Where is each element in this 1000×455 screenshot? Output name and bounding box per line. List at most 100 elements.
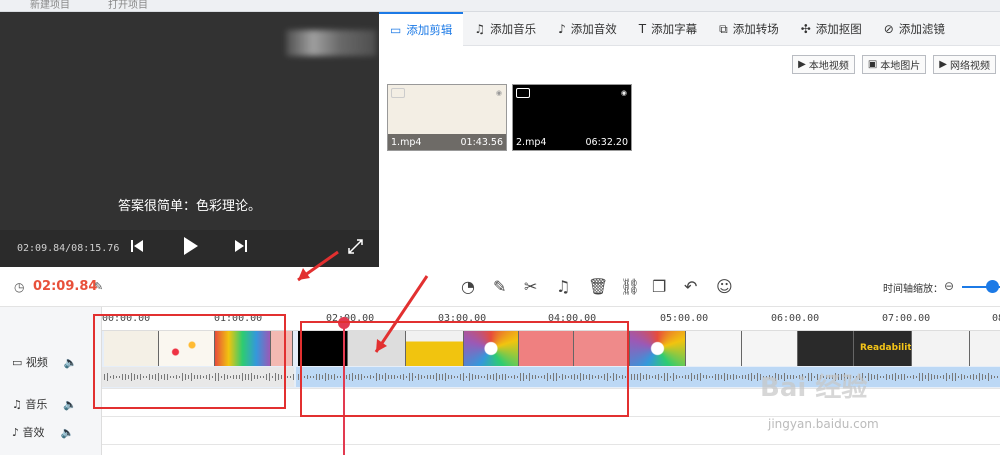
waveform-bar <box>278 373 279 381</box>
waveform-bar <box>113 375 114 379</box>
clip-duration: 01:43.56 <box>460 137 504 148</box>
waveform-bar <box>562 374 563 380</box>
playhead-handle[interactable] <box>338 317 350 329</box>
speaker-icon[interactable]: 🔈 <box>63 398 77 411</box>
waveform-bar <box>928 372 929 382</box>
video-frame[interactable] <box>574 331 630 366</box>
video-frame[interactable] <box>970 331 1000 366</box>
waveform-bar <box>400 374 401 380</box>
waveform-bar <box>149 374 150 380</box>
waveform-bar <box>421 374 422 379</box>
waveform-bar <box>718 373 719 381</box>
clip-thumbnail[interactable]: ◉ 1.mp4 01:43.56 <box>387 84 507 151</box>
zoom-slider-handle[interactable] <box>986 280 999 293</box>
waveform-bar <box>272 375 273 379</box>
waveform-bar <box>212 375 213 379</box>
waveform-bar <box>892 374 893 380</box>
waveform-bar <box>215 373 216 381</box>
ruler-tick: 01:00.00 <box>214 313 263 324</box>
waveform-bar <box>871 373 872 381</box>
tab-add-transition[interactable]: ⧉ 添加转场 <box>708 12 790 46</box>
waveform-bar <box>943 375 944 379</box>
trash-icon[interactable]: 🗑 <box>588 277 608 296</box>
tab-add-subtitle[interactable]: T 添加字幕 <box>628 12 708 46</box>
waveform-bar <box>239 374 240 380</box>
video-frame[interactable] <box>159 331 215 366</box>
waveform-bar <box>221 375 222 379</box>
bell-icon[interactable]: ♫ <box>556 277 570 296</box>
preview-player: 答案很简单：色彩理论。 02:09.84/08:15.76 <box>0 12 379 267</box>
online-video-button[interactable]: ▶ 网络视频 <box>933 55 996 74</box>
waveform-bar <box>131 372 132 382</box>
video-frame[interactable] <box>348 331 406 366</box>
waveform-bar <box>391 374 392 379</box>
waveform-bar <box>679 375 680 379</box>
waveform-bar <box>424 375 425 379</box>
tab-add-sound-effect[interactable]: ♪ 添加音效 <box>547 12 628 46</box>
video-frame[interactable] <box>742 331 798 366</box>
undo-icon[interactable]: ↶ <box>684 277 697 296</box>
video-frame[interactable] <box>912 331 970 366</box>
waveform-bar <box>484 375 485 379</box>
scissors-icon[interactable]: ✂ <box>524 277 537 296</box>
waveform-bar <box>511 375 512 379</box>
waveform-bar <box>146 375 147 379</box>
waveform-bar <box>544 374 545 380</box>
new-project-menu[interactable]: 新建项目 <box>30 0 70 11</box>
waveform-bar <box>290 375 291 379</box>
waveform-bar <box>583 373 584 380</box>
local-image-button[interactable]: ▣ 本地图片 <box>861 55 927 74</box>
video-frame[interactable] <box>406 331 464 366</box>
waveform-bar <box>340 375 341 379</box>
tab-add-filter[interactable]: ⊘ 添加滤镜 <box>873 12 956 46</box>
video-frame[interactable] <box>686 331 742 366</box>
video-frame[interactable] <box>104 331 159 366</box>
copy-icon[interactable]: ❐ <box>652 277 666 296</box>
speed-icon[interactable]: ◔ <box>461 277 475 296</box>
video-frame[interactable] <box>519 331 574 366</box>
waveform-bar <box>904 373 905 381</box>
camera-icon <box>516 88 530 98</box>
baidu-watermark-url: jingyan.baidu.com <box>768 417 879 431</box>
zoom-out-icon[interactable]: ⊖ <box>944 279 954 293</box>
video-frame[interactable] <box>271 331 293 366</box>
waveform-bar <box>379 373 380 381</box>
tab-add-clip[interactable]: ▭ 添加剪辑 <box>379 12 464 46</box>
skip-back-icon[interactable] <box>131 239 143 256</box>
waveform-bar <box>676 374 677 380</box>
open-project-menu[interactable]: 打开项目 <box>108 0 148 11</box>
waveform-bar <box>301 373 302 381</box>
emoji-icon[interactable]: ☺ <box>716 277 733 296</box>
skip-forward-icon[interactable] <box>235 239 247 256</box>
video-frame[interactable] <box>464 331 519 366</box>
waveform-bar <box>460 373 461 380</box>
video-frame[interactable] <box>215 331 271 366</box>
tab-add-cutout[interactable]: ✣ 添加抠图 <box>790 12 873 46</box>
play-icon[interactable] <box>183 236 199 259</box>
speaker-icon[interactable]: 🔈 <box>64 356 78 369</box>
video-frame[interactable] <box>298 331 348 366</box>
speaker-icon[interactable]: 🔈 <box>61 426 75 439</box>
edit-time-icon[interactable]: ✎ <box>94 280 103 293</box>
waveform-bar <box>739 375 740 379</box>
clip-thumbnail[interactable]: ◉ 2.mp4 06:32.20 <box>512 84 632 151</box>
unlink-icon[interactable]: ⛓ <box>620 277 640 296</box>
waveform-bar <box>526 375 527 379</box>
waveform-bar <box>143 375 144 379</box>
tab-add-music[interactable]: ♫ 添加音乐 <box>463 12 547 46</box>
waveform-bar <box>958 375 959 379</box>
video-frame[interactable] <box>798 331 854 366</box>
video-frame[interactable] <box>630 331 686 366</box>
fullscreen-icon[interactable] <box>348 239 363 257</box>
waveform-bar <box>931 374 932 380</box>
waveform-bar <box>418 373 419 381</box>
time-ruler[interactable]: 00:00.00 01:00.00 02:00.00 03:00.00 04:0… <box>102 307 1000 331</box>
waveform-bar <box>925 375 926 379</box>
pencil-icon[interactable]: ✎ <box>493 277 506 296</box>
local-video-button[interactable]: ▶ 本地视频 <box>792 55 855 74</box>
playhead[interactable] <box>343 317 345 455</box>
waveform-bar <box>883 375 884 379</box>
waveform-bar <box>607 372 608 382</box>
video-frame[interactable]: Readability <box>854 331 912 366</box>
waveform-bar <box>140 374 141 380</box>
